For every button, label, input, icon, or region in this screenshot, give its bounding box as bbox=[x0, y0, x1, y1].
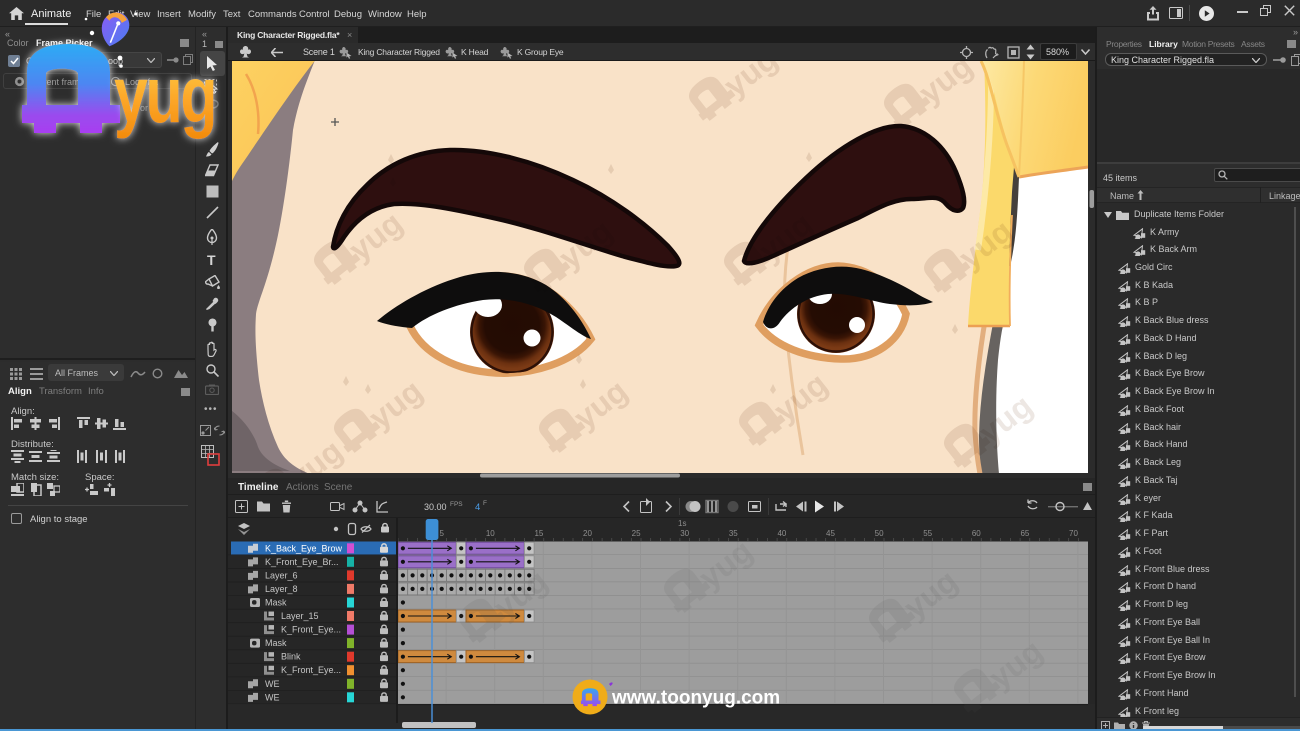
svg-text:FPS: FPS bbox=[450, 501, 463, 508]
svg-text:65: 65 bbox=[1020, 529, 1029, 538]
svg-text:Actions: Actions bbox=[286, 482, 319, 493]
svg-text:50: 50 bbox=[875, 529, 884, 538]
svg-text:Mask: Mask bbox=[265, 638, 287, 648]
svg-text:30.00: 30.00 bbox=[424, 502, 447, 512]
svg-text:60: 60 bbox=[972, 529, 981, 538]
svg-text:5: 5 bbox=[439, 529, 444, 538]
svg-text:WE: WE bbox=[265, 679, 280, 689]
svg-text:Blink: Blink bbox=[281, 652, 301, 662]
svg-text:Layer_15: Layer_15 bbox=[281, 611, 319, 621]
svg-text:20: 20 bbox=[583, 529, 592, 538]
svg-text:40: 40 bbox=[777, 529, 786, 538]
svg-text:30: 30 bbox=[680, 529, 689, 538]
svg-text:10: 10 bbox=[486, 529, 495, 538]
svg-text:1s: 1s bbox=[678, 519, 686, 528]
svg-text:70: 70 bbox=[1069, 529, 1078, 538]
svg-text:Layer_6: Layer_6 bbox=[265, 570, 298, 580]
svg-text:4: 4 bbox=[475, 502, 480, 513]
svg-text:15: 15 bbox=[534, 529, 543, 538]
svg-text:25: 25 bbox=[632, 529, 641, 538]
svg-text:Mask: Mask bbox=[265, 598, 287, 608]
svg-text:K_Back_Eye_Brow: K_Back_Eye_Brow bbox=[265, 543, 343, 553]
svg-text:Timeline: Timeline bbox=[238, 482, 279, 493]
svg-text:K_Front_Eye_Br...: K_Front_Eye_Br... bbox=[265, 557, 339, 567]
svg-text:Layer_8: Layer_8 bbox=[265, 584, 298, 594]
svg-text:F: F bbox=[483, 500, 487, 507]
svg-text:K_Front_Eye...: K_Front_Eye... bbox=[281, 625, 341, 635]
svg-text:45: 45 bbox=[826, 529, 835, 538]
svg-text:WE: WE bbox=[265, 692, 280, 702]
svg-text:K_Front_Eye...: K_Front_Eye... bbox=[281, 665, 341, 675]
svg-text:Scene: Scene bbox=[324, 482, 353, 493]
svg-text:55: 55 bbox=[923, 529, 932, 538]
